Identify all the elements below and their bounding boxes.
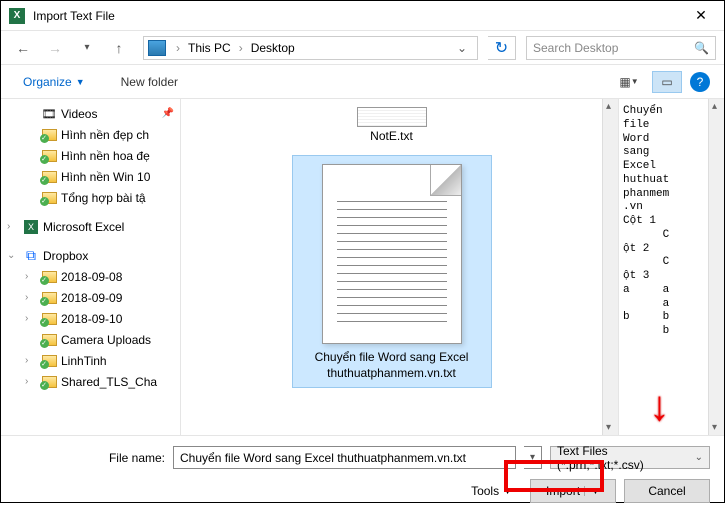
expander-icon[interactable]: › <box>25 292 37 303</box>
expander-icon[interactable]: › <box>7 221 19 232</box>
filetype-filter[interactable]: Text Files (*.prn;*.txt;*.csv)⌄ <box>550 446 710 469</box>
expander-icon[interactable]: › <box>25 376 37 387</box>
folder-icon <box>42 292 57 304</box>
search-icon: 🔍 <box>694 41 709 55</box>
folder-icon <box>42 313 57 325</box>
folder-icon <box>42 171 57 183</box>
search-input[interactable]: Search Desktop 🔍 <box>526 36 716 60</box>
breadcrumb-desktop[interactable]: Desktop <box>249 41 297 55</box>
file-label: NotE.txt <box>302 129 482 143</box>
chevron-right-icon[interactable]: › <box>172 41 184 55</box>
new-folder-button[interactable]: New folder <box>113 71 186 93</box>
organize-menu[interactable]: Organize▼ <box>15 71 93 93</box>
back-button[interactable]: ← <box>9 36 37 60</box>
view-mode-button[interactable]: ▦▼ <box>614 71 644 93</box>
nav-bar: ← → ▾ ↑ › This PC › Desktop ⌄ ↻ Search D… <box>1 31 724 65</box>
chevron-down-icon[interactable]: ▼ <box>584 486 600 496</box>
folder-icon <box>42 334 57 346</box>
import-button[interactable]: Import▼ <box>530 479 616 503</box>
tree-item-folder[interactable]: ›LinhTinh <box>1 350 180 371</box>
address-bar[interactable]: › This PC › Desktop ⌄ <box>143 36 478 60</box>
tree-item-folder[interactable]: Tổng hợp bài tậ <box>1 187 180 208</box>
tree-item-folder[interactable]: Hình nền hoa đẹ <box>1 145 180 166</box>
tree-item-folder[interactable]: Camera Uploads <box>1 329 180 350</box>
filename-label: File name: <box>15 451 165 465</box>
folder-icon <box>42 271 57 283</box>
tree-item-folder[interactable]: Hình nền đẹp ch <box>1 124 180 145</box>
chevron-down-icon: ▼ <box>76 77 85 87</box>
folder-icon <box>42 192 57 204</box>
content-area: NotE.txt Chuyển file Word sang Excelthut… <box>181 99 724 435</box>
file-item-note[interactable]: NotE.txt <box>302 107 482 143</box>
file-item-selected[interactable]: Chuyển file Word sang Excelthuthuatphanm… <box>292 155 492 388</box>
tree-item-excel[interactable]: ›XMicrosoft Excel <box>1 216 180 237</box>
main-area: 🎞Videos📌 Hình nền đẹp ch Hình nền hoa đẹ… <box>1 99 724 435</box>
window-title: Import Text File <box>33 9 678 23</box>
command-bar: Organize▼ New folder ▦▼ ▭ ? <box>1 65 724 99</box>
filename-dropdown[interactable]: ▾ <box>524 446 542 469</box>
title-bar: X Import Text File ✕ <box>1 1 724 31</box>
address-dropdown[interactable]: ⌄ <box>451 41 473 55</box>
forward-button: → <box>41 36 69 60</box>
file-label: Chuyển file Word sang Excelthuthuatphanm… <box>301 350 483 381</box>
breadcrumb-thispc[interactable]: This PC <box>186 41 233 55</box>
expander-icon[interactable]: › <box>25 355 37 366</box>
expander-icon[interactable]: › <box>25 313 37 324</box>
chevron-right-icon[interactable]: › <box>235 41 247 55</box>
preview-scrollbar[interactable] <box>708 99 724 435</box>
folder-icon <box>42 376 57 388</box>
excel-app-icon: X <box>9 8 25 24</box>
location-icon <box>148 40 166 56</box>
expander-icon[interactable]: › <box>25 271 37 282</box>
close-button[interactable]: ✕ <box>678 1 724 31</box>
chevron-down-icon: ▼ <box>503 486 512 496</box>
tree-item-folder[interactable]: ›Shared_TLS_Cha <box>1 371 180 392</box>
folder-icon <box>42 150 57 162</box>
folder-icon <box>42 355 57 367</box>
footer: File name: ▾ Text Files (*.prn;*.txt;*.c… <box>1 435 724 517</box>
chevron-down-icon: ⌄ <box>695 452 703 463</box>
up-button[interactable]: ↑ <box>105 36 133 60</box>
preview-pane-button[interactable]: ▭ <box>652 71 682 93</box>
navigation-tree[interactable]: 🎞Videos📌 Hình nền đẹp ch Hình nền hoa đẹ… <box>1 99 181 435</box>
search-placeholder: Search Desktop <box>533 41 618 55</box>
file-list[interactable]: NotE.txt Chuyển file Word sang Excelthut… <box>181 99 602 435</box>
file-thumbnail-icon <box>357 107 427 127</box>
pin-icon: 📌 <box>162 108 174 119</box>
excel-icon: X <box>24 220 38 234</box>
tree-item-folder[interactable]: ›2018-09-08 <box>1 266 180 287</box>
tree-item-dropbox[interactable]: ⌄⧉Dropbox <box>1 245 180 266</box>
recent-dropdown[interactable]: ▾ <box>73 36 101 60</box>
tools-menu[interactable]: Tools▼ <box>471 484 512 498</box>
tree-item-videos[interactable]: 🎞Videos📌 <box>1 103 180 124</box>
tree-item-folder[interactable]: Hình nền Win 10 <box>1 166 180 187</box>
dropbox-icon: ⧉ <box>23 249 39 263</box>
help-button[interactable]: ? <box>690 72 710 92</box>
videos-icon: 🎞 <box>41 107 57 121</box>
tree-item-folder[interactable]: ›2018-09-10 <box>1 308 180 329</box>
tree-item-folder[interactable]: ›2018-09-09 <box>1 287 180 308</box>
content-scrollbar[interactable] <box>602 99 618 435</box>
folder-icon <box>42 129 57 141</box>
filename-input[interactable] <box>173 446 516 469</box>
expander-icon[interactable]: ⌄ <box>7 250 19 261</box>
preview-pane: Chuyển file Word sang Excel huthuat phan… <box>618 99 708 435</box>
file-thumbnail-icon <box>322 164 462 344</box>
refresh-button[interactable]: ↻ <box>488 36 516 60</box>
cancel-button[interactable]: Cancel <box>624 479 710 503</box>
